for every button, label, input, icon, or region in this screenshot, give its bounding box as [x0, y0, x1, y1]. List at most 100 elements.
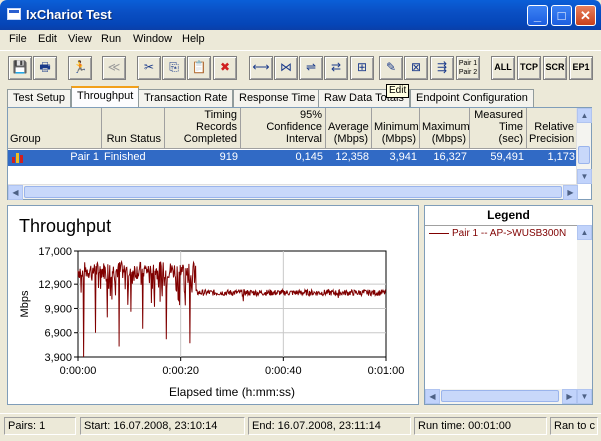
filter-all-button[interactable]: ALL [491, 56, 515, 80]
y-tick-label: 3,900 [44, 352, 72, 364]
add-pair-icon[interactable]: ⟷ [249, 56, 273, 80]
x-tick-label: 0:00:20 [162, 365, 199, 377]
stop-icon[interactable]: ≪ [102, 56, 126, 80]
pairs-toggle-button[interactable]: Pair 1 Pair 2 [456, 56, 480, 80]
x-tick-label: 0:00:00 [60, 365, 97, 377]
throughput-chart: Throughput 17,000 12,900 9,900 6,900 3,900 0:… [7, 205, 419, 405]
grid-vertical-scrollbar[interactable]: ▲ ▼ [576, 108, 592, 184]
scroll-left-icon[interactable]: ◀ [8, 185, 23, 200]
status-start: Start: 16.07.2008, 23:10:14 [80, 417, 245, 435]
status-end: End: 16.07.2008, 23:11:14 [248, 417, 411, 435]
status-completion: Ran to c [550, 417, 598, 435]
col-relative-precision[interactable]: Relative Precision [527, 108, 578, 149]
save-icon[interactable]: 💾 [8, 56, 32, 80]
pair-grid-icon[interactable]: ⊞ [350, 56, 374, 80]
network-icon[interactable]: ⊠ [404, 56, 428, 80]
cut-icon[interactable]: ✂ [137, 56, 161, 80]
delete-icon[interactable]: ✖ [213, 56, 237, 80]
close-button[interactable]: ✕ [575, 5, 596, 26]
legend-entry-label: Pair 1 -- AP->WUSB300N [452, 228, 567, 239]
menu-file[interactable]: File [9, 33, 27, 45]
col-maximum[interactable]: Maximum (Mbps) [420, 108, 470, 149]
x-tick-label: 0:01:00 [368, 365, 405, 377]
filter-ep1-button[interactable]: EP1 [569, 56, 593, 80]
tab-response-time[interactable]: Response Time [233, 89, 322, 107]
cell-group: Pair 1 [70, 151, 99, 163]
y-tick-label: 9,900 [44, 303, 72, 315]
run-icon[interactable]: 🏃 [68, 56, 92, 80]
legend-entry-pair-1[interactable]: Pair 1 -- AP->WUSB300N [429, 228, 566, 239]
title-bar[interactable]: IxChariot Test _ □ ✕ [0, 0, 601, 30]
toolbar: 💾 🖶 🏃 ≪ ✂ ⎘ 📋 ✖ ⟷ ⋈ ⇌ ⇄ ⊞ ✎ ⊠ ⇶ Pair 1 P… [0, 50, 601, 84]
menu-view[interactable]: View [68, 33, 92, 45]
tab-endpoint-configuration[interactable]: Endpoint Configuration [410, 89, 534, 107]
x-tick-label: 0:00:40 [265, 365, 302, 377]
filter-tcp-button[interactable]: TCP [517, 56, 541, 80]
y-tick-label: 17,000 [38, 246, 72, 258]
col-measured-time[interactable]: Measured Time (sec) [470, 108, 527, 149]
legend-scroll-thumb[interactable] [441, 390, 559, 402]
legend-scroll-right-icon[interactable]: ▶ [562, 389, 577, 404]
tab-throughput[interactable]: Throughput [71, 86, 140, 107]
grid-header: Group Run Status Timing Records Complete… [8, 108, 578, 149]
legend-scroll-down-icon[interactable]: ▼ [577, 389, 592, 404]
col-average[interactable]: Average (Mbps) [326, 108, 372, 149]
y-tick-label: 12,900 [38, 279, 72, 291]
chart-plot: 17,000 12,900 9,900 6,900 3,9000:00:00 0:00:2… [19, 246, 405, 399]
menu-edit[interactable]: Edit [38, 33, 57, 45]
status-bar: Pairs: 1 Start: 16.07.2008, 23:10:14 End… [0, 413, 601, 441]
add-group-icon[interactable]: ⇌ [299, 56, 323, 80]
maximize-button[interactable]: □ [551, 5, 572, 26]
grid-horizontal-scrollbar[interactable]: ◀ ▶ [8, 184, 578, 200]
edit-tooltip: Edit [386, 84, 410, 98]
col-run-status[interactable]: Run Status [102, 108, 165, 149]
cell-relative-precision: 1,173 [547, 151, 575, 163]
y-tick-label: 6,900 [44, 328, 72, 340]
legend-horizontal-scrollbar[interactable]: ◀ ▶ [425, 389, 577, 404]
cell-confidence-interval: 0,145 [295, 151, 323, 163]
status-run-time: Run time: 00:01:00 [414, 417, 547, 435]
horizontal-scroll-thumb[interactable] [24, 186, 562, 198]
scroll-down-icon[interactable]: ▼ [577, 169, 592, 184]
col-confidence-interval[interactable]: 95% Confidence Interval [241, 108, 326, 149]
edit-icon[interactable]: ✎ [379, 56, 403, 80]
legend-vertical-scrollbar[interactable]: ▲ ▼ [577, 225, 592, 404]
legend-scroll-up-icon[interactable]: ▲ [577, 225, 592, 240]
scroll-up-icon[interactable]: ▲ [577, 108, 592, 123]
menu-window[interactable]: Window [133, 33, 172, 45]
minimize-button[interactable]: _ [527, 5, 548, 26]
legend-panel: Legend Pair 1 -- AP->WUSB300N ▲ ▼ ◀ ▶ [424, 205, 593, 405]
col-timing-records[interactable]: Timing Records Completed [165, 108, 241, 149]
col-minimum[interactable]: Minimum (Mbps) [372, 108, 420, 149]
paste-icon[interactable]: 📋 [187, 56, 211, 80]
add-multicast-icon[interactable]: ⋈ [274, 56, 298, 80]
y-axis-label: Mbps [19, 290, 31, 317]
menu-run[interactable]: Run [101, 33, 121, 45]
x-axis-label: Elapsed time (h:mm:ss) [169, 385, 295, 399]
connect-icon[interactable]: ⇶ [430, 56, 454, 80]
status-pairs: Pairs: 1 [4, 417, 76, 435]
menu-bar: File Edit View Run Window Help [0, 30, 601, 49]
legend-scroll-left-icon[interactable]: ◀ [425, 389, 440, 404]
cell-average: 12,358 [335, 151, 369, 163]
filter-scr-button[interactable]: SCR [543, 56, 567, 80]
window-title: IxChariot Test [26, 7, 112, 22]
col-group[interactable]: Group [8, 108, 102, 149]
cell-timing-records: 919 [219, 151, 238, 163]
print-icon[interactable]: 🖶 [33, 56, 57, 80]
tab-test-setup[interactable]: Test Setup [7, 89, 71, 107]
legend-title: Legend [487, 208, 530, 222]
vertical-scroll-thumb[interactable] [578, 146, 590, 164]
swap-endpoints-icon[interactable]: ⇄ [324, 56, 348, 80]
cell-measured-time: 59,491 [490, 151, 524, 163]
menu-help[interactable]: Help [182, 33, 205, 45]
table-row[interactable]: Pair 1 Finished 919 0,145 12,358 3,941 1… [8, 150, 578, 166]
cell-maximum: 16,327 [433, 151, 467, 163]
scroll-right-icon[interactable]: ▶ [563, 185, 578, 200]
cell-run-status: Finished [104, 151, 146, 163]
tab-transaction-rate[interactable]: Transaction Rate [138, 89, 234, 107]
legend-swatch [429, 232, 449, 234]
results-grid: Group Run Status Timing Records Complete… [7, 107, 592, 200]
copy-icon[interactable]: ⎘ [162, 56, 186, 80]
cell-minimum: 3,941 [389, 151, 417, 163]
